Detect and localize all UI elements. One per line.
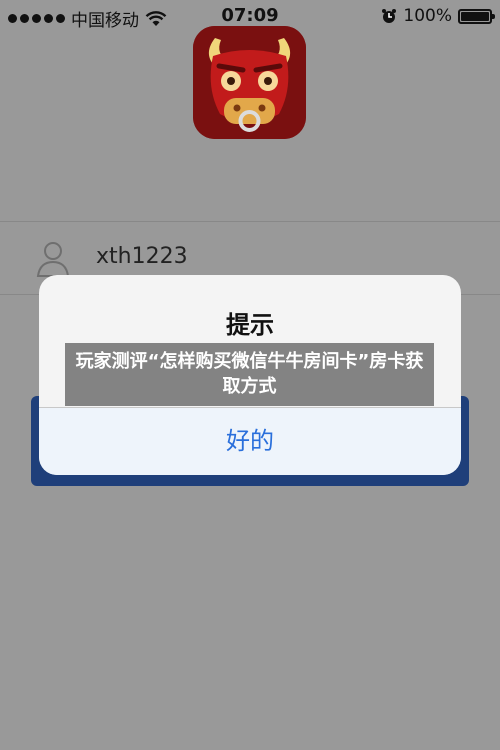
app-logo bbox=[193, 26, 306, 139]
bull-face-logo-icon bbox=[193, 26, 306, 139]
alarm-icon bbox=[382, 9, 397, 23]
status-right: 100% bbox=[381, 6, 495, 26]
user-icon bbox=[36, 242, 70, 277]
article-title-banner: 玩家测评“怎样购买微信牛牛房间卡”房卡获取方式 bbox=[65, 343, 434, 406]
dialog-title: 提示 bbox=[226, 311, 274, 339]
username-field[interactable]: xth1223 bbox=[96, 244, 188, 269]
battery-percent: 100% bbox=[403, 6, 452, 26]
battery-icon bbox=[458, 8, 495, 24]
dialog-ok-button[interactable]: 好的 bbox=[39, 408, 461, 475]
